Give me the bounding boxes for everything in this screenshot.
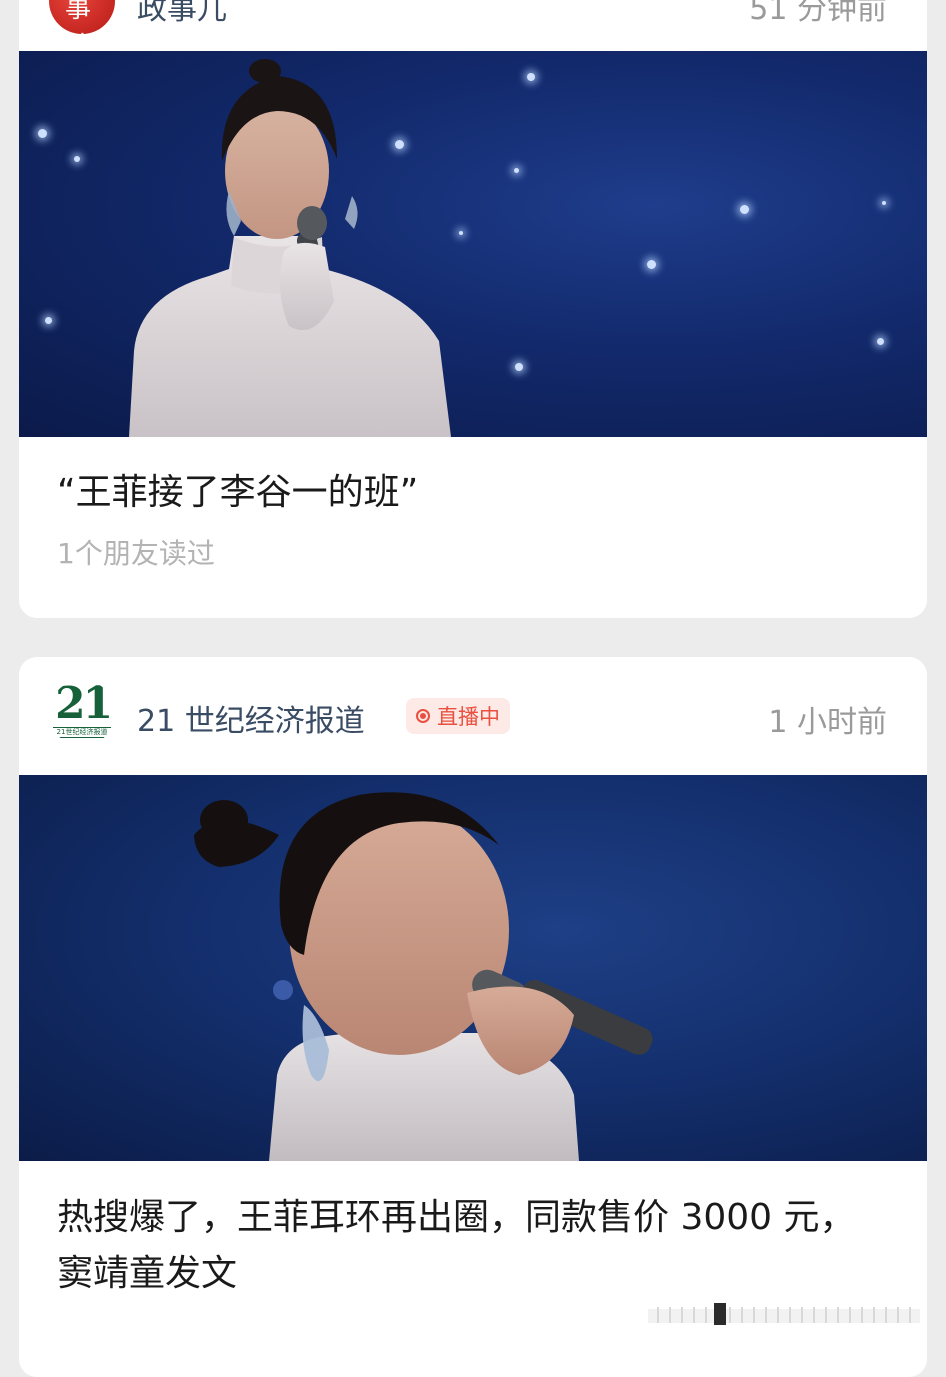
source-avatar[interactable]: 事儿 xyxy=(49,0,115,34)
loading-indicator xyxy=(648,1303,920,1325)
news-card[interactable]: 事儿 政事儿 51 分钟前 xyxy=(19,0,927,618)
source-avatar[interactable]: 21 21世纪经济报道 xyxy=(49,680,115,746)
friends-read-count: 1个朋友读过 xyxy=(57,537,215,570)
singer-figure xyxy=(129,59,451,437)
avatar-logo-text: 事儿 xyxy=(65,0,92,34)
publish-time: 51 分钟前 xyxy=(749,0,887,27)
article-image[interactable] xyxy=(19,51,927,437)
article-title[interactable]: “王菲接了李谷一的班” xyxy=(57,465,867,521)
source-name[interactable]: 21 世纪经济报道 xyxy=(137,696,365,740)
source-name[interactable]: 政事儿 xyxy=(137,0,227,28)
live-badge-label: 直播中 xyxy=(437,705,500,729)
article-image[interactable] xyxy=(19,775,927,1161)
avatar-logo-text: 21 xyxy=(55,680,113,729)
live-dot-icon xyxy=(416,709,430,723)
publish-time: 1 小时前 xyxy=(768,705,887,740)
article-title[interactable]: 热搜爆了，王菲耳环再出圈，同款售价 3000 元，窦靖童发文 xyxy=(57,1190,867,1302)
avatar-logo-subtext: 21世纪经济报道 xyxy=(53,727,111,738)
card-header: 21 21世纪经济报道 21 世纪经济报道 直播中 1 小时前 xyxy=(19,657,927,767)
live-badge[interactable]: 直播中 xyxy=(406,698,510,734)
news-card[interactable]: 21 21世纪经济报道 21 世纪经济报道 直播中 1 小时前 热搜爆了，王菲耳… xyxy=(19,657,927,1377)
singer-figure xyxy=(194,792,653,1161)
